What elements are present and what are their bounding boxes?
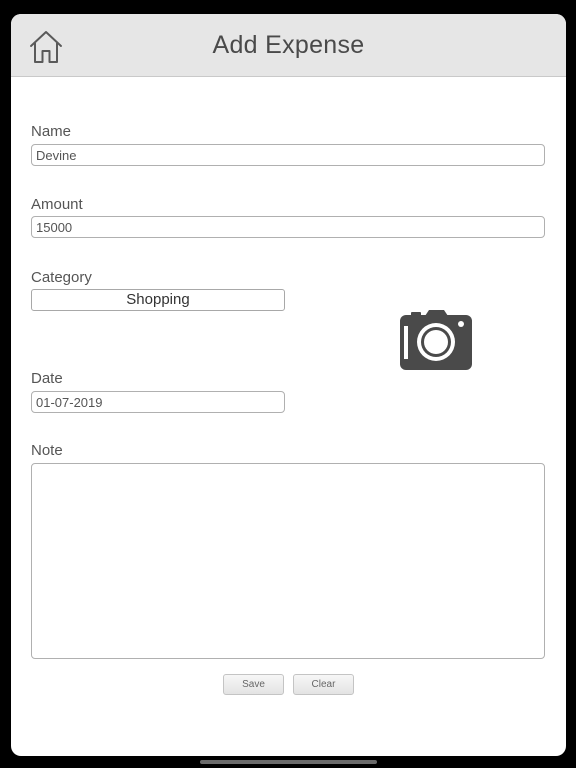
date-field[interactable] [31,391,285,413]
home-icon [30,31,62,63]
amount-label: Amount [31,196,83,213]
page-title: Add Expense [212,31,365,59]
note-label: Note [31,442,63,459]
navigation-bar: Add Expense [11,14,566,77]
name-label: Name [31,123,72,140]
name-field[interactable] [31,144,545,166]
note-textarea[interactable] [31,463,545,659]
category-select[interactable]: Shopping [31,289,285,311]
amount-field[interactable] [31,216,545,238]
category-label: Category [31,269,92,286]
clear-button[interactable]: Clear [293,674,354,695]
date-label: Date [31,370,63,387]
app-screen: Add Expense Name Amount Category Shoppin… [11,14,566,756]
camera-button[interactable] [399,309,473,371]
camera-icon [400,310,472,370]
home-indicator [200,760,377,764]
save-button[interactable]: Save [223,674,284,695]
home-button[interactable] [28,29,64,65]
